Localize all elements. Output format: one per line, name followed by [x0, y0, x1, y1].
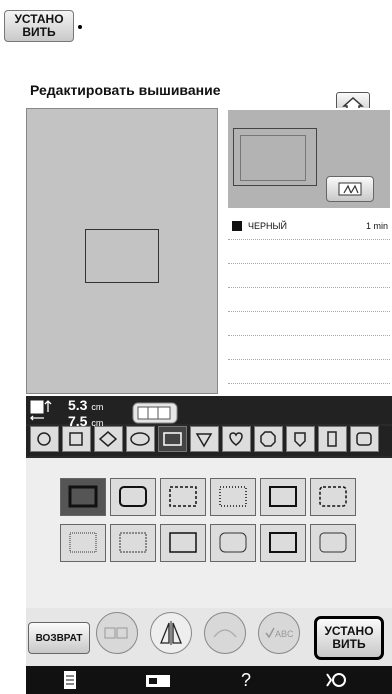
- shape-rectangle-button[interactable]: [158, 426, 187, 452]
- top-set-button[interactable]: УСТАНО ВИТЬ: [4, 10, 74, 42]
- back-label: ВОЗВРАТ: [35, 632, 83, 644]
- diamond-shape-icon: [98, 431, 118, 447]
- frame-option[interactable]: [210, 524, 256, 562]
- frame-dashed-icon: [169, 486, 197, 507]
- hoop-view-icon: [338, 182, 362, 196]
- color-row: [228, 312, 390, 336]
- thread-name: ЧЕРНЫЙ: [248, 221, 287, 231]
- shape-octagon-button[interactable]: [254, 426, 283, 452]
- help-icon: ?: [240, 669, 251, 690]
- frames-icon: [104, 627, 128, 639]
- frame-rounded-icon: [119, 486, 147, 507]
- bottom-set-label: УСТАНО ВИТЬ: [324, 624, 374, 651]
- thread-time: 1 min: [365, 221, 388, 231]
- frame-option[interactable]: [210, 478, 256, 516]
- thread-color-list: ЧЕРНЫЙ 1 min: [228, 216, 390, 384]
- width-value: 5.3: [68, 397, 88, 413]
- frame-wavy-icon: [319, 532, 347, 553]
- frame-option[interactable]: [260, 524, 306, 562]
- arc-text-icon: [213, 629, 237, 638]
- preview-thumbnail: [233, 128, 317, 186]
- oval-shape-icon: [130, 432, 150, 446]
- document-icon: [64, 671, 76, 689]
- frame-option[interactable]: [60, 524, 106, 562]
- abc-button[interactable]: ABC: [258, 612, 300, 654]
- color-row: ЧЕРНЫЙ 1 min: [228, 216, 390, 240]
- frame-option[interactable]: [110, 478, 156, 516]
- hoop-size-icon: [132, 402, 178, 424]
- sewing-machine-icon: [146, 675, 170, 687]
- shape-heart-button[interactable]: [222, 426, 251, 452]
- thread-swatch: [232, 221, 242, 231]
- settings-icon: [326, 673, 346, 687]
- top-set-label: УСТАНО ВИТЬ: [14, 12, 64, 39]
- color-row: [228, 240, 390, 264]
- back-button[interactable]: ВОЗВРАТ: [28, 622, 90, 654]
- frame-option[interactable]: [110, 524, 156, 562]
- shape-circle-button[interactable]: [30, 426, 59, 452]
- size-icon: [30, 400, 52, 421]
- embroidery-canvas[interactable]: [26, 108, 218, 394]
- square-shape-icon: [69, 432, 83, 446]
- view-button[interactable]: [326, 176, 374, 202]
- rectangle-shape-icon: [163, 432, 182, 446]
- frame-dashed-rounded-icon: [319, 486, 347, 507]
- nav-settings[interactable]: [294, 666, 374, 694]
- shape-badge-button[interactable]: [286, 426, 315, 452]
- frame-option[interactable]: [310, 478, 356, 516]
- width-unit: cm: [91, 402, 104, 412]
- layout-toggle-button[interactable]: [96, 612, 138, 654]
- color-row: [228, 360, 390, 384]
- frame-option[interactable]: [160, 524, 206, 562]
- frame-option[interactable]: [260, 478, 306, 516]
- bottom-set-button[interactable]: УСТАНО ВИТЬ: [314, 616, 384, 660]
- frame-rough-icon: [119, 532, 147, 553]
- decor-dot: [78, 25, 82, 29]
- circle-shape-icon: [37, 432, 51, 446]
- frame-thin-icon: [169, 532, 197, 553]
- rounded-rect-shape-icon: [356, 432, 372, 446]
- nav-help[interactable]: ?: [206, 666, 286, 694]
- shield-shape-icon: [195, 433, 213, 448]
- frame-option[interactable]: [310, 524, 356, 562]
- heart-shape-icon: [229, 432, 243, 446]
- nav-document[interactable]: [30, 666, 110, 694]
- mirror-icon: [160, 621, 182, 645]
- arc-text-button[interactable]: [204, 612, 246, 654]
- octagon-shape-icon: [260, 431, 276, 447]
- frame-dotted-icon: [219, 486, 247, 507]
- page-title: Редактировать вышивание: [30, 82, 221, 98]
- color-row: [228, 264, 390, 288]
- shape-tall-rect-button[interactable]: [318, 426, 347, 452]
- frame-stitch-icon: [69, 532, 97, 553]
- design-frame[interactable]: [85, 229, 159, 283]
- color-row: [228, 288, 390, 312]
- frame-soft-icon: [219, 532, 247, 553]
- tall-rect-shape-icon: [327, 431, 337, 447]
- color-row: [228, 336, 390, 360]
- shape-square-button[interactable]: [62, 426, 91, 452]
- svg-text:ABC: ABC: [275, 629, 294, 639]
- shape-shield-button[interactable]: [190, 426, 219, 452]
- frame-option[interactable]: [160, 478, 206, 516]
- shape-diamond-button[interactable]: [94, 426, 123, 452]
- frame-zigzag-icon: [269, 486, 297, 507]
- abc-check-icon: ABC: [265, 627, 294, 639]
- frame-solid-icon: [68, 485, 98, 508]
- frame-double-icon: [269, 532, 297, 553]
- nav-machine[interactable]: [118, 666, 198, 694]
- badge-shape-icon: [294, 432, 306, 448]
- thumbnail-inner: [240, 135, 306, 181]
- mirror-button[interactable]: [150, 612, 192, 654]
- shape-oval-button[interactable]: [126, 426, 155, 452]
- frame-option[interactable]: [60, 478, 106, 516]
- shape-extra-button[interactable]: [350, 426, 379, 452]
